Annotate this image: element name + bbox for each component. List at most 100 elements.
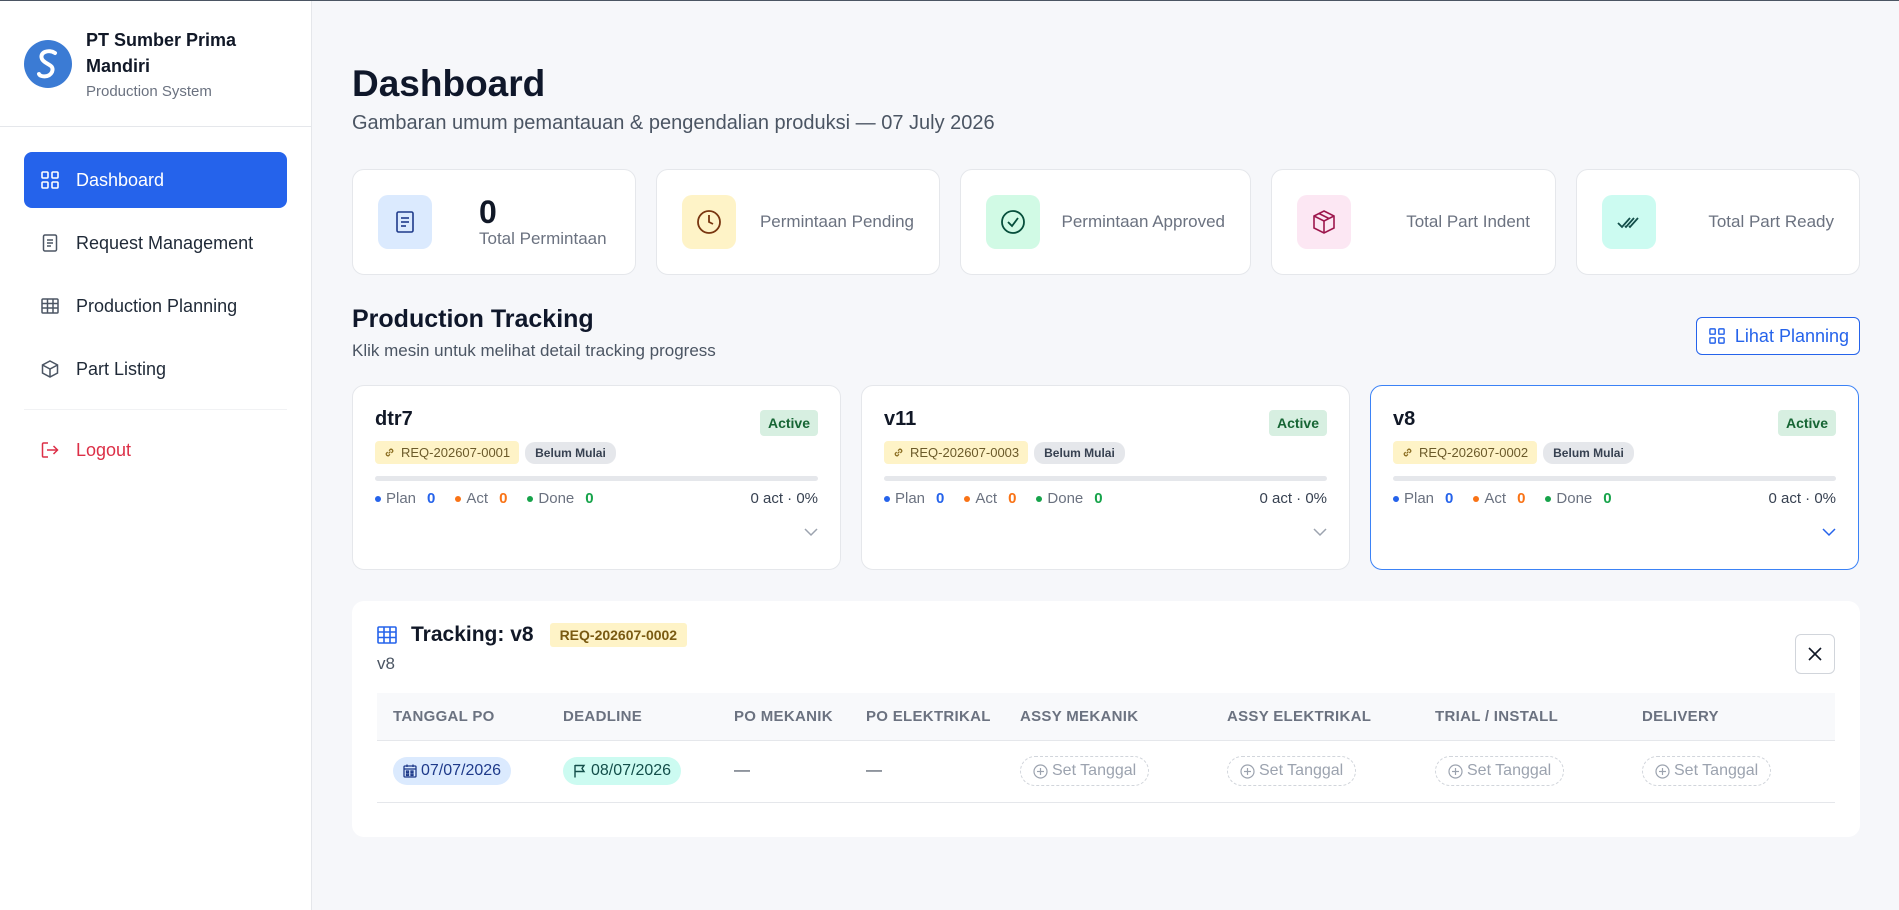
- plus-circle-icon: [1448, 763, 1463, 779]
- chevron-down-icon[interactable]: [804, 528, 818, 537]
- stat-label: Total Part Ready: [1708, 212, 1834, 231]
- close-button[interactable]: [1795, 634, 1835, 674]
- sidebar-nav: Dashboard Request Management Production …: [0, 127, 311, 478]
- progress-bar: [1393, 476, 1836, 481]
- done-stat: Done 0: [1036, 490, 1103, 507]
- sidebar-item-dashboard[interactable]: Dashboard: [24, 152, 287, 208]
- plus-circle-icon: [1033, 763, 1048, 779]
- set-tanggal-assy-elektrikal-button[interactable]: Set Tanggal: [1227, 756, 1357, 786]
- plan-stat: Plan 0: [375, 490, 435, 507]
- column-header: ASSY ELEKTRIKAL: [1211, 693, 1419, 741]
- tracking-title: Tracking: v8: [411, 623, 534, 646]
- progress-status-badge: Belum Mulai: [525, 441, 616, 464]
- table-row: 07/07/2026 08/07/2026 — — Set Tanggal Se…: [377, 740, 1835, 803]
- sidebar-item-part-listing[interactable]: Part Listing: [24, 341, 287, 397]
- plan-stat: Plan 0: [1393, 490, 1453, 507]
- tanggal-po-pill[interactable]: 07/07/2026: [393, 757, 512, 785]
- machine-name: v8: [1393, 408, 1416, 430]
- plus-circle-icon: [1655, 763, 1670, 779]
- double-check-icon: [1602, 195, 1656, 249]
- stat-card-permintaan-approved[interactable]: Permintaan Approved: [960, 169, 1251, 275]
- chevron-down-icon[interactable]: [1822, 528, 1836, 537]
- progress-summary: 0 act · 0%: [750, 490, 818, 507]
- tracking-table: TANGGAL PO DEADLINE PO MEKANIK PO ELEKTR…: [377, 693, 1835, 803]
- grid-icon: [40, 170, 60, 190]
- column-header: ASSY MEKANIK: [1004, 693, 1211, 741]
- column-header: PO MEKANIK: [718, 693, 850, 741]
- tracking-detail-panel: Tracking: v8 REQ-202607-0002 v8 TANGGAL …: [352, 601, 1860, 837]
- box-icon: [40, 359, 60, 379]
- chevron-down-icon[interactable]: [1313, 528, 1327, 537]
- deadline-pill[interactable]: 08/07/2026: [563, 757, 682, 785]
- logout-label: Logout: [76, 439, 132, 460]
- sidebar-item-label: Dashboard: [76, 169, 165, 190]
- progress-status-badge: Belum Mulai: [1543, 441, 1634, 464]
- stat-value: 0: [479, 194, 497, 230]
- grid-icon: [1709, 328, 1725, 344]
- act-stat: Act 0: [455, 490, 507, 507]
- set-tanggal-delivery-button[interactable]: Set Tanggal: [1642, 756, 1772, 786]
- sidebar: PT Sumber Prima Mandiri Production Syste…: [0, 1, 312, 910]
- table-icon: [377, 626, 397, 644]
- lihat-planning-button[interactable]: Lihat Planning: [1695, 317, 1860, 355]
- column-header: PO ELEKTRIKAL: [850, 693, 1004, 741]
- machine-list: dtr7 Active REQ-202607-0001 Belum Mulai …: [352, 385, 1860, 570]
- po-elektrikal-cell: —: [850, 740, 1004, 803]
- column-header: DELIVERY: [1626, 693, 1835, 741]
- link-icon: [384, 447, 395, 458]
- column-header: TRIAL / INSTALL: [1419, 693, 1626, 741]
- table-icon: [40, 296, 60, 316]
- machine-name: dtr7: [375, 408, 413, 430]
- document-icon: [378, 195, 432, 249]
- tracking-subtitle: v8: [377, 654, 395, 673]
- plus-circle-icon: [1240, 763, 1255, 779]
- stat-card-total-part-ready[interactable]: Total Part Ready: [1576, 169, 1860, 275]
- section-title: Production Tracking: [352, 305, 594, 333]
- progress-summary: 0 act · 0%: [1768, 490, 1836, 507]
- request-id: REQ-202607-0001: [401, 445, 511, 460]
- sidebar-item-label: Production Planning: [76, 295, 238, 316]
- sidebar-item-request-management[interactable]: Request Management: [24, 215, 287, 271]
- button-label: Lihat Planning: [1734, 325, 1849, 346]
- stat-label: Total Permintaan: [479, 229, 607, 248]
- done-stat: Done 0: [527, 490, 594, 507]
- machine-card-v11[interactable]: v11 Active REQ-202607-0003 Belum Mulai P…: [861, 385, 1350, 570]
- po-mekanik-cell: —: [718, 740, 850, 803]
- stat-label: Total Part Indent: [1406, 212, 1530, 231]
- status-badge: Active: [759, 410, 818, 436]
- stat-card-permintaan-pending[interactable]: Permintaan Pending: [656, 169, 940, 275]
- request-tag: REQ-202607-0001: [375, 441, 520, 464]
- page-subtitle: Gambaran umum pemantauan & pengendalian …: [352, 112, 995, 134]
- link-icon: [893, 447, 904, 458]
- stat-label: Permintaan Approved: [1061, 212, 1226, 231]
- machine-card-v8[interactable]: v8 Active REQ-202607-0002 Belum Mulai Pl…: [1370, 385, 1859, 570]
- box-icon: [1297, 195, 1351, 249]
- request-badge: REQ-202607-0002: [549, 623, 688, 647]
- sidebar-item-production-planning[interactable]: Production Planning: [24, 278, 287, 334]
- machine-card-dtr7[interactable]: dtr7 Active REQ-202607-0001 Belum Mulai …: [352, 385, 841, 570]
- machine-name: v11: [884, 408, 917, 430]
- progress-status-badge: Belum Mulai: [1034, 441, 1125, 464]
- progress-bar: [884, 476, 1327, 481]
- logout-icon: [40, 440, 60, 460]
- request-id: REQ-202607-0003: [910, 445, 1020, 460]
- company-logo: [24, 40, 72, 88]
- stat-card-total-part-indent[interactable]: Total Part Indent: [1271, 169, 1556, 275]
- set-tanggal-trial-install-button[interactable]: Set Tanggal: [1435, 756, 1565, 786]
- company-name: PT Sumber Prima Mandiri: [86, 30, 237, 76]
- stat-card-total-permintaan[interactable]: 0 Total Permintaan: [352, 169, 636, 275]
- link-icon: [1402, 447, 1413, 458]
- progress-summary: 0 act · 0%: [1259, 490, 1327, 507]
- table-header-row: TANGGAL PO DEADLINE PO MEKANIK PO ELEKTR…: [377, 693, 1835, 741]
- status-badge: Active: [1777, 410, 1836, 436]
- stats-row: 0 Total Permintaan Permintaan Pending Pe…: [352, 169, 1860, 275]
- nav-divider: [24, 409, 287, 410]
- system-name: Production System: [86, 83, 212, 100]
- set-tanggal-assy-mekanik-button[interactable]: Set Tanggal: [1020, 756, 1150, 786]
- request-tag: REQ-202607-0002: [1393, 441, 1538, 464]
- page-title: Dashboard: [352, 63, 546, 104]
- act-stat: Act 0: [1473, 490, 1525, 507]
- logout-button[interactable]: Logout: [24, 422, 287, 478]
- act-stat: Act 0: [964, 490, 1016, 507]
- stat-label: Permintaan Pending: [759, 212, 914, 231]
